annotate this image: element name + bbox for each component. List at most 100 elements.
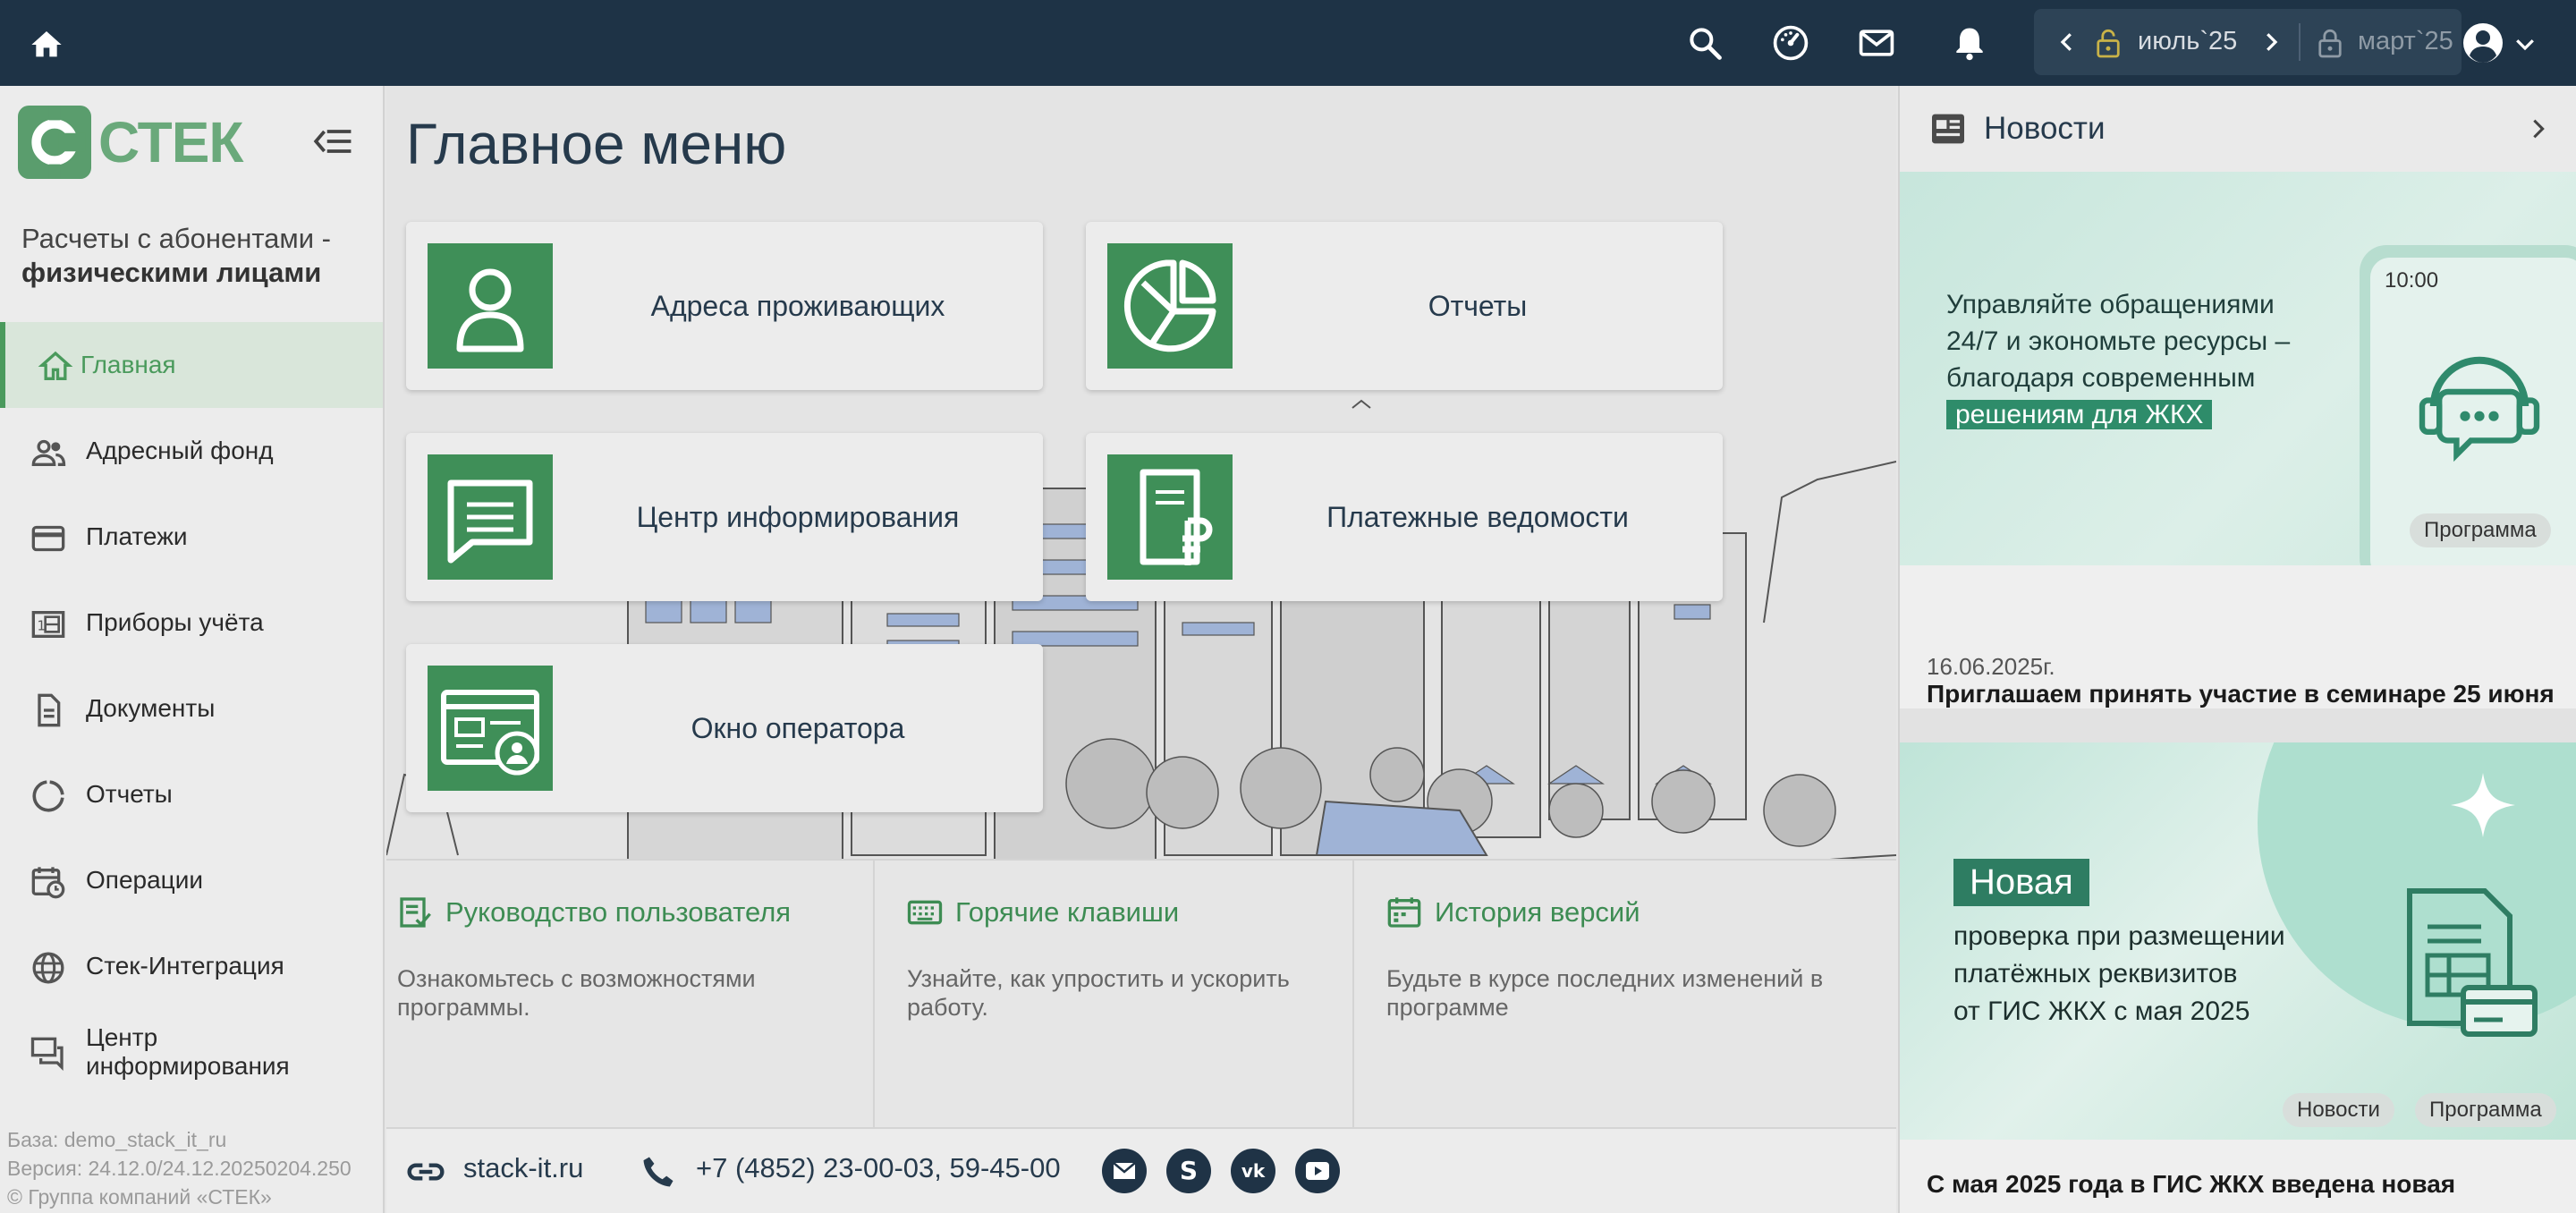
- news-tag[interactable]: Программа: [2415, 1093, 2556, 1127]
- copyright: © Группа компаний «СТЕК»: [7, 1185, 272, 1209]
- phone-icon: [643, 1157, 674, 1187]
- youtube-icon: [1306, 1162, 1329, 1180]
- logo[interactable]: СТЕК: [18, 106, 243, 179]
- tile-label: Окно оператора: [691, 711, 905, 744]
- tile-label: Центр информирования: [636, 500, 960, 533]
- info-description: Узнайте, как упростить и ускорить работу…: [907, 965, 1290, 1021]
- banner-line: от ГИС ЖКХ с мая 2025: [1953, 997, 2250, 1026]
- chat-icon: [30, 1037, 64, 1072]
- sidebar-item-reports[interactable]: Отчеты: [0, 751, 383, 837]
- mail-social-button[interactable]: [1102, 1149, 1147, 1193]
- info-version-history[interactable]: История версий Будьте в курсе последних …: [1356, 861, 1896, 1127]
- banner-line: Управляйте обращениями: [1946, 290, 2275, 319]
- phone-time: 10:00: [2385, 268, 2439, 293]
- news-banner: Управляйте обращениями 24/7 и экономьте …: [1900, 172, 2576, 565]
- logo-text: СТЕК: [98, 110, 243, 174]
- bell-icon[interactable]: [1950, 23, 1989, 63]
- tile-payment-statements[interactable]: Платежные ведомости: [1086, 433, 1723, 601]
- main-content: Главное меню Адреса проживающих Отчеты Ц…: [386, 86, 1896, 1127]
- dashboard-icon[interactable]: [1771, 23, 1810, 63]
- search-icon[interactable]: [1685, 23, 1724, 63]
- news-header[interactable]: Новости: [1900, 86, 2576, 172]
- link-icon: [407, 1163, 445, 1181]
- user-menu[interactable]: [2462, 21, 2551, 64]
- news-card[interactable]: Новая проверка при размещении платёжных …: [1900, 742, 2576, 1213]
- info-description: Ознакомьтесь с возможностями программы.: [397, 965, 756, 1021]
- tile-icon-bg: [1107, 454, 1233, 580]
- collapse-sidebar-icon[interactable]: [313, 125, 352, 157]
- sidebar-item-home[interactable]: Главная: [0, 322, 383, 408]
- tile-icon-bg: [428, 243, 553, 369]
- home-icon[interactable]: [29, 27, 64, 63]
- divider: [2299, 23, 2301, 61]
- chevron-right-icon[interactable]: [2258, 29, 2284, 55]
- globe-icon: [32, 952, 64, 984]
- banner-line: платёжных реквизитов: [1953, 959, 2238, 988]
- skype-button[interactable]: S: [1166, 1149, 1211, 1193]
- banner-line: 24/7 и экономьте ресурсы –: [1946, 327, 2291, 356]
- sidebar-item-label: Главная: [80, 351, 176, 378]
- tile-label: Платежные ведомости: [1326, 500, 1629, 533]
- pie-chart-icon: [1123, 259, 1216, 352]
- tile-info-center[interactable]: Центр информирования: [406, 433, 1043, 601]
- news-tag[interactable]: Новости: [2283, 1093, 2394, 1127]
- banner-line: проверка при размещении: [1953, 921, 2285, 951]
- news-banner: Новая проверка при размещении платёжных …: [1900, 742, 2576, 1140]
- youtube-button[interactable]: [1295, 1149, 1340, 1193]
- calendar-plus-icon: [1387, 897, 1421, 928]
- chevron-left-icon[interactable]: [2054, 29, 2080, 55]
- mail-icon[interactable]: [1857, 23, 1896, 63]
- info-title: Руководство пользователя: [445, 896, 792, 928]
- mail-icon: [1113, 1162, 1136, 1179]
- home-icon: [38, 351, 73, 380]
- sidebar-item-label: Адресный фонд: [86, 437, 274, 464]
- tile-icon-bg: [428, 666, 553, 791]
- sidebar-item-meters[interactable]: 1 Приборы учёта: [0, 580, 383, 666]
- info-hotkeys[interactable]: Горячие клавиши Узнайте, как упростить и…: [877, 861, 1354, 1127]
- sidebar-item-label: Документы: [86, 694, 216, 722]
- version: Версия: 24.12.0/24.12.20250204.250: [7, 1157, 352, 1180]
- sidebar-item-documents[interactable]: Документы: [0, 666, 383, 751]
- sidebar-item-address-fund[interactable]: Адресный фонд: [0, 408, 383, 494]
- info-title: История версий: [1435, 896, 1640, 928]
- report-icon: [32, 780, 64, 812]
- message-icon: [447, 479, 533, 564]
- svg-text:vk: vk: [1241, 1160, 1266, 1182]
- tile-resident-addresses[interactable]: Адреса проживающих: [406, 222, 1043, 390]
- chevron-right-icon[interactable]: [2526, 115, 2551, 143]
- sparkle-icon: [2451, 773, 2515, 837]
- info-user-guide[interactable]: Руководство пользователя Ознакомьтесь с …: [386, 861, 875, 1127]
- chevron-down-icon: [2516, 39, 2534, 51]
- sidebar-item-label: Стек-Интеграция: [86, 952, 284, 980]
- news-panel: Новости Управляйте обращениями 24/7 и эк…: [1898, 86, 2576, 1213]
- sidebar-item-label: Приборы учёта: [86, 608, 264, 636]
- closed-period[interactable]: март`25: [2358, 27, 2453, 56]
- document-card-icon: [2407, 888, 2538, 1037]
- website-link[interactable]: stack-it.ru: [463, 1152, 583, 1184]
- skype-icon: S: [1180, 1156, 1198, 1185]
- user-icon: [2463, 23, 2503, 63]
- meter-icon: 1: [31, 611, 65, 638]
- sidebar-item-info-center[interactable]: Центр информирования: [0, 1009, 383, 1095]
- tile-reports[interactable]: Отчеты: [1086, 222, 1723, 390]
- tile-operator-window[interactable]: Окно оператора: [406, 644, 1043, 812]
- sidebar-item-payments[interactable]: Платежи: [0, 494, 383, 580]
- tile-icon-bg: [1107, 243, 1233, 369]
- app-info: База: demo_stack_it_ru Версия: 24.12.0/2…: [7, 1125, 352, 1211]
- current-period[interactable]: июль`25: [2138, 27, 2237, 56]
- organization-name: Расчеты с абонентами - физическими лицам…: [21, 222, 370, 290]
- news-tag[interactable]: Программа: [2410, 513, 2551, 547]
- org-line-2: физическими лицами: [21, 257, 322, 288]
- lock-closed-icon: [2318, 29, 2342, 58]
- sidebar: СТЕК Расчеты с абонентами - физическими …: [0, 86, 385, 1213]
- vk-button[interactable]: vk: [1231, 1149, 1275, 1193]
- sidebar-item-integration[interactable]: Стек-Интеграция: [0, 923, 383, 1009]
- news-card[interactable]: Управляйте обращениями 24/7 и экономьте …: [1900, 172, 2576, 736]
- news-title: Новости: [1984, 111, 2106, 146]
- keyboard-icon: [907, 900, 943, 925]
- sidebar-item-operations[interactable]: Операции: [0, 837, 383, 923]
- card-icon: [31, 525, 65, 552]
- newspaper-icon: [1932, 114, 1964, 144]
- news-text: С мая 2025 года в ГИС ЖКХ введена новая …: [1927, 1170, 2456, 1198]
- lock-open-icon: [2097, 29, 2120, 58]
